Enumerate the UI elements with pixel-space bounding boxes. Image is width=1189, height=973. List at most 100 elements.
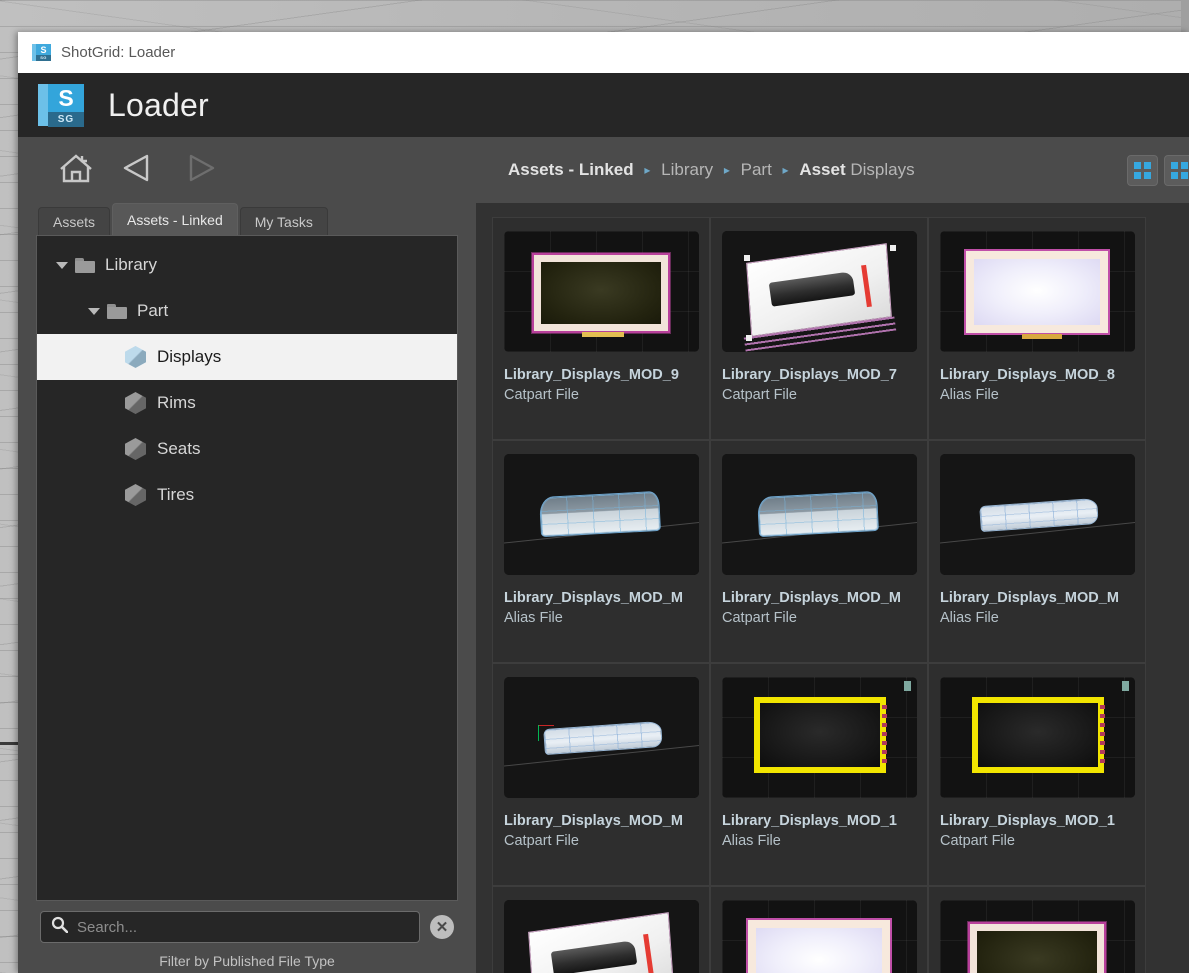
thumbnail — [722, 231, 917, 352]
card-subtitle: Catpart File — [940, 833, 1015, 849]
card-subtitle: Catpart File — [722, 610, 797, 626]
cube-icon — [125, 438, 146, 460]
tree-item-library[interactable]: Library — [37, 242, 457, 288]
chevron-down-icon[interactable] — [49, 261, 75, 269]
tree-item-part[interactable]: Part — [37, 288, 457, 334]
grid-view-button[interactable] — [1127, 154, 1158, 186]
publish-card[interactable]: Library_Displays_MOD_8 Alias File — [928, 217, 1146, 440]
thumbnail — [940, 454, 1135, 575]
publish-card[interactable]: Library_Displays_MOD_M Alias File — [492, 440, 710, 663]
card-title: Library_Displays_MOD_1 — [940, 813, 1115, 829]
chevron-down-icon[interactable] — [81, 307, 107, 315]
shotgrid-loader-window: S SG ShotGrid: Loader S SG Loader Assets… — [18, 32, 1189, 973]
card-subtitle: Alias File — [940, 387, 999, 403]
card-subtitle: Alias File — [722, 833, 781, 849]
home-icon — [58, 152, 94, 189]
card-title: Library_Displays_MOD_M — [722, 590, 901, 606]
breadcrumb-item-4[interactable]: Displays — [850, 160, 914, 179]
publish-card[interactable]: Library_Displays_MOD_M Alias File — [928, 440, 1146, 663]
tree-item-label: Tires — [157, 485, 195, 504]
folder-icon — [107, 303, 127, 319]
card-title: Library_Displays_MOD_M — [504, 590, 683, 606]
tab-my-tasks[interactable]: My Tasks — [239, 207, 328, 235]
tab-assets-linked[interactable]: Assets - Linked — [112, 203, 238, 235]
back-button[interactable] — [118, 150, 158, 190]
card-title: Library_Displays_MOD_7 — [722, 367, 897, 383]
publish-card[interactable] — [928, 886, 1146, 973]
card-title: Library_Displays_MOD_9 — [504, 367, 679, 383]
card-subtitle: Catpart File — [504, 833, 579, 849]
shotgrid-icon: S SG — [32, 43, 51, 62]
asset-tree: Library Part Displays Rims Seats Tires — [36, 235, 458, 901]
window-titlebar: S SG ShotGrid: Loader — [18, 32, 1189, 73]
app-header: S SG Loader — [18, 73, 1189, 137]
window-title: ShotGrid: Loader — [61, 44, 176, 61]
breadcrumb-separator: ▸ — [723, 163, 730, 177]
card-title: Library_Displays_MOD_1 — [722, 813, 897, 829]
card-title: Library_Displays_MOD_M — [504, 813, 683, 829]
cube-icon — [125, 484, 146, 506]
publish-card[interactable]: Library_Displays_MOD_9 Catpart File — [492, 217, 710, 440]
thumbnail — [722, 677, 917, 798]
card-title: Library_Displays_MOD_M — [940, 590, 1119, 606]
thumbnail — [504, 231, 699, 352]
folder-icon — [75, 257, 95, 273]
clear-icon[interactable]: ✕ — [430, 915, 454, 939]
tree-item-label: Displays — [157, 347, 222, 366]
publish-card[interactable] — [710, 886, 928, 973]
tree-item-displays[interactable]: Displays — [37, 334, 457, 380]
list-view-button[interactable] — [1164, 154, 1189, 186]
search-input[interactable] — [77, 918, 409, 936]
sidebar-tabs: Assets Assets - Linked My Tasks — [36, 203, 458, 235]
logo-sub: SG — [48, 112, 84, 127]
tree-item-label: Part — [137, 301, 169, 320]
tree-item-rims[interactable]: Rims — [37, 380, 457, 426]
sidebar: Assets Assets - Linked My Tasks Library … — [18, 203, 476, 973]
thumbnail — [722, 454, 917, 575]
breadcrumb-item-0[interactable]: Assets - Linked — [508, 160, 634, 179]
thumbnail — [504, 677, 699, 798]
tree-item-label: Rims — [157, 393, 196, 412]
page-title: Loader — [108, 86, 209, 123]
grid-view-icon — [1134, 161, 1151, 179]
navigation-bar: Assets - Linked ▸ Library ▸ Part ▸ Asset… — [18, 137, 1189, 203]
publish-card[interactable] — [492, 886, 710, 973]
card-subtitle: Alias File — [940, 610, 999, 626]
search-box[interactable] — [40, 911, 420, 943]
forward-button[interactable] — [180, 150, 220, 190]
forward-arrow-icon — [183, 152, 217, 189]
breadcrumb[interactable]: Assets - Linked ▸ Library ▸ Part ▸ Asset… — [508, 160, 915, 180]
card-title: Library_Displays_MOD_8 — [940, 367, 1115, 383]
search-icon — [51, 916, 69, 938]
thumbnail — [940, 677, 1135, 798]
publish-card[interactable]: Library_Displays_MOD_M Catpart File — [710, 440, 928, 663]
breadcrumb-item-3[interactable]: Asset — [799, 160, 845, 179]
cube-icon — [125, 392, 146, 414]
breadcrumb-item-2[interactable]: Part — [741, 160, 772, 179]
publish-card[interactable]: Library_Displays_MOD_7 Catpart File — [710, 217, 928, 440]
publish-card[interactable]: Library_Displays_MOD_1 Alias File — [710, 663, 928, 886]
filter-label: Filter by Published File Type — [159, 953, 335, 969]
list-view-icon — [1171, 161, 1188, 179]
publish-card[interactable]: Library_Displays_MOD_M Catpart File — [492, 663, 710, 886]
tree-item-tires[interactable]: Tires — [37, 472, 457, 518]
thumbnail — [940, 900, 1135, 973]
home-button[interactable] — [56, 150, 96, 190]
thumbnail — [722, 900, 917, 973]
view-toggle-group — [1127, 154, 1189, 186]
search-row: ✕ — [36, 901, 458, 953]
tree-item-label: Library — [105, 255, 157, 274]
card-subtitle: Catpart File — [504, 387, 579, 403]
breadcrumb-item-1[interactable]: Library — [661, 160, 713, 179]
back-arrow-icon — [121, 152, 155, 189]
breadcrumb-separator: ▸ — [782, 163, 789, 177]
card-grid: Library_Displays_MOD_9 Catpart File Libr… — [492, 217, 1189, 973]
thumbnail — [504, 900, 699, 973]
publish-grid-area: Library_Displays_MOD_9 Catpart File Libr… — [476, 203, 1189, 973]
shotgrid-logo-icon: S SG — [38, 82, 84, 128]
thumbnail — [940, 231, 1135, 352]
tab-assets[interactable]: Assets — [38, 207, 111, 235]
card-subtitle: Alias File — [504, 610, 563, 626]
publish-card[interactable]: Library_Displays_MOD_1 Catpart File — [928, 663, 1146, 886]
tree-item-seats[interactable]: Seats — [37, 426, 457, 472]
